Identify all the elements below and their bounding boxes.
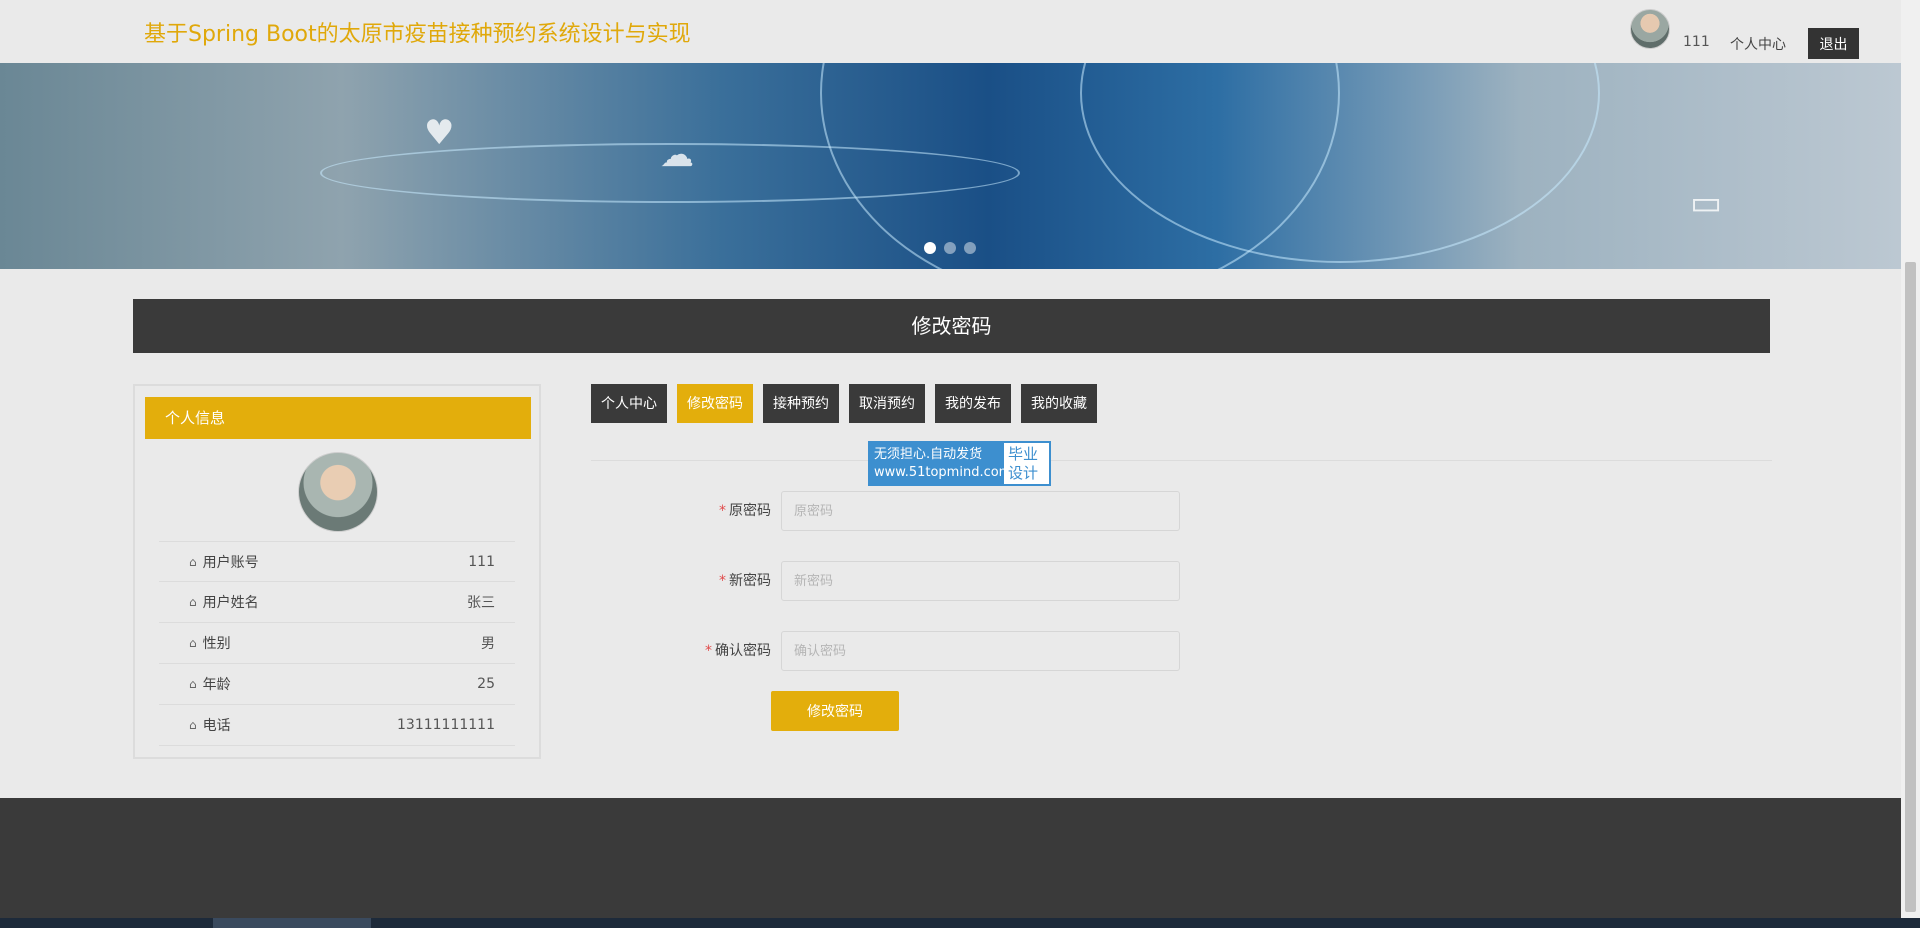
os-taskbar — [0, 918, 1920, 928]
profile-row-age: ⌂ 年龄 25 — [159, 664, 515, 705]
taskbar-item[interactable] — [213, 918, 371, 928]
watermark-badge: 无须担心.自动发货 www.51topmind.com 毕业 设计 — [868, 441, 1051, 486]
tab-cancel-booking[interactable]: 取消预约 — [849, 384, 925, 423]
profile-avatar — [298, 452, 378, 532]
user-area: 111 个人中心 退出 — [1501, 0, 1901, 63]
footer — [0, 798, 1901, 918]
watermark-line1: 无须担心.自动发货 — [874, 447, 983, 462]
cloud-icon: ☁ — [660, 135, 694, 175]
watermark-line2: www.51topmind.com — [874, 465, 1012, 480]
profile-label: 用户姓名 — [202, 595, 259, 611]
user-avatar[interactable] — [1630, 9, 1670, 49]
home-icon: ⌂ — [189, 636, 197, 650]
old-password-input[interactable] — [781, 491, 1180, 531]
scrollbar-thumb[interactable] — [1905, 262, 1916, 912]
page-title: 修改密码 — [133, 299, 1770, 353]
site-title[interactable]: 基于Spring Boot的太原市疫苗接种预约系统设计与实现 — [144, 16, 691, 48]
required-mark: * — [705, 643, 712, 659]
monitor-icon: ▭ — [1690, 183, 1723, 223]
personal-center-link[interactable]: 个人中心 — [1730, 34, 1786, 54]
tab-my-favorites[interactable]: 我的收藏 — [1021, 384, 1097, 423]
profile-value: 111 — [468, 553, 495, 570]
profile-value: 13111111111 — [397, 717, 495, 733]
new-password-row: * 新密码 — [640, 561, 1180, 601]
new-password-label: 新密码 — [729, 573, 771, 589]
tab-personal-center[interactable]: 个人中心 — [591, 384, 667, 423]
carousel-dots — [924, 242, 976, 254]
profile-label: 电话 — [202, 718, 231, 734]
carousel-dot[interactable] — [944, 242, 956, 254]
profile-label: 用户账号 — [202, 554, 259, 571]
carousel-dot[interactable] — [964, 242, 976, 254]
profile-panel-title: 个人信息 — [145, 397, 531, 439]
profile-value: 张三 — [467, 595, 495, 611]
required-mark: * — [719, 573, 726, 589]
profile-value: 25 — [477, 676, 495, 692]
center-tabs: 个人中心 修改密码 接种预约 取消预约 我的发布 我的收藏 — [591, 384, 1097, 423]
carousel-dot[interactable] — [924, 242, 936, 254]
required-mark: * — [719, 503, 726, 519]
scrollbar[interactable] — [1901, 0, 1920, 918]
logout-button[interactable]: 退出 — [1808, 28, 1859, 59]
home-icon: ⌂ — [189, 677, 197, 691]
confirm-password-row: * 确认密码 — [640, 631, 1180, 671]
divider — [591, 460, 1772, 461]
tab-my-posts[interactable]: 我的发布 — [935, 384, 1011, 423]
home-icon: ⌂ — [189, 718, 197, 732]
confirm-password-input[interactable] — [781, 631, 1180, 671]
profile-panel: 个人信息 ⌂ 用户账号 111 ⌂ 用户姓名 张三 ⌂ 性别 男 ⌂ 年龄 25 ⌂ 电话… — [133, 384, 541, 759]
watermark-right1: 毕业 — [1008, 445, 1039, 463]
profile-info-list: ⌂ 用户账号 111 ⌂ 用户姓名 张三 ⌂ 性别 男 ⌂ 年龄 25 ⌂ 电话 1311… — [159, 541, 515, 746]
tab-change-password[interactable]: 修改密码 — [677, 384, 753, 423]
profile-row-name: ⌂ 用户姓名 张三 — [159, 582, 515, 623]
banner-carousel[interactable]: ♥ ☁ ▭ — [0, 63, 1901, 269]
profile-row-phone: ⌂ 电话 13111111111 — [159, 705, 515, 746]
heart-icon: ♥ — [424, 113, 455, 153]
profile-label: 性别 — [202, 636, 231, 652]
watermark-right2: 设计 — [1008, 464, 1039, 482]
home-icon: ⌂ — [189, 554, 197, 569]
old-password-label: 原密码 — [729, 503, 771, 519]
confirm-password-label: 确认密码 — [715, 643, 771, 659]
tab-vaccination-booking[interactable]: 接种预约 — [763, 384, 839, 423]
profile-row-gender: ⌂ 性别 男 — [159, 623, 515, 664]
profile-row-account: ⌂ 用户账号 111 — [159, 541, 515, 582]
old-password-row: * 原密码 — [640, 491, 1180, 531]
top-header: 基于Spring Boot的太原市疫苗接种预约系统设计与实现 111 个人中心 … — [0, 0, 1901, 63]
profile-label: 年龄 — [202, 677, 231, 693]
change-password-button[interactable]: 修改密码 — [771, 691, 899, 731]
profile-value: 男 — [481, 636, 495, 652]
home-icon: ⌂ — [189, 595, 197, 609]
username: 111 — [1683, 34, 1710, 50]
new-password-input[interactable] — [781, 561, 1180, 601]
